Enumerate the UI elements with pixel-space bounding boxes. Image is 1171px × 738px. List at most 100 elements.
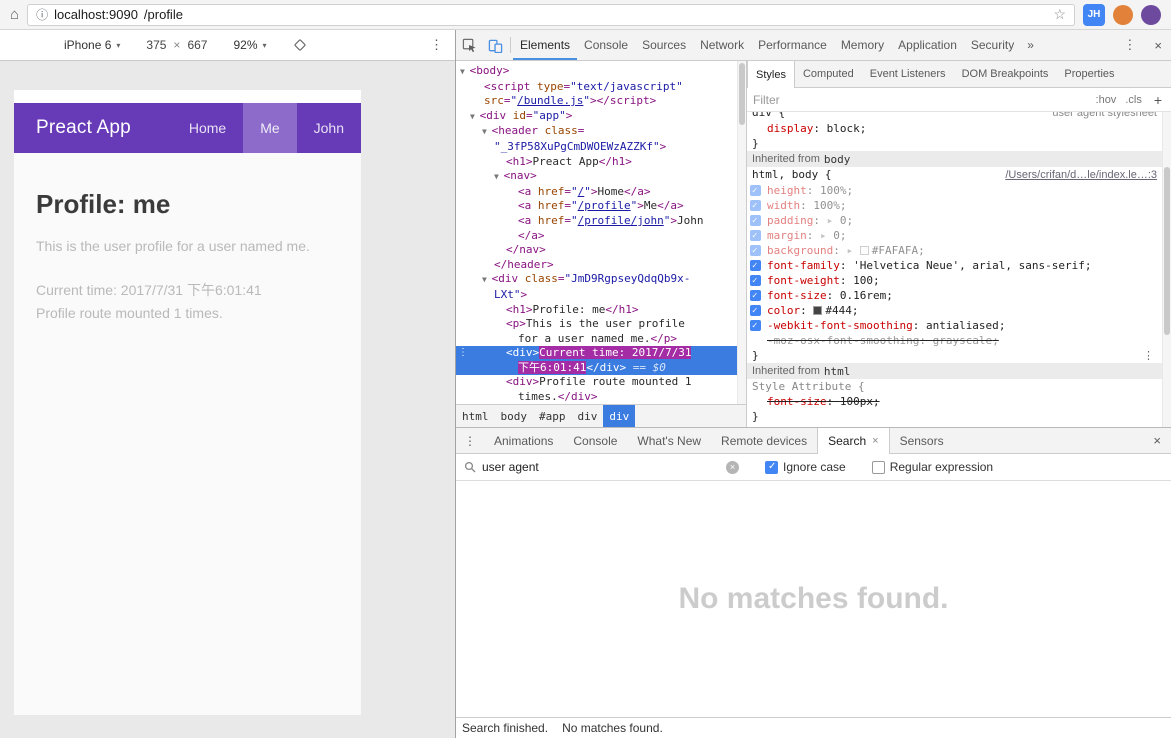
nav-link-john[interactable]: John [297,103,361,153]
stylesheet-origin-link[interactable]: /Users/crifan/d…le/index.le…:3 [1005,168,1157,183]
expand-shorthand-icon[interactable]: ▸ [846,244,859,257]
devtools-close-icon[interactable]: × [1145,30,1171,60]
more-tabs-icon[interactable]: » [1021,30,1040,60]
property-toggle-checkbox[interactable] [750,184,761,199]
dom-tree-line[interactable]: LXt"> [456,288,737,303]
dom-tree-line[interactable]: ▼ <header class= [456,124,737,140]
device-toolbar-toggle-icon[interactable] [482,30,508,60]
zoom-select[interactable]: 92% ▾ [233,38,266,52]
profile-avatar[interactable]: JH [1083,3,1105,26]
breadcrumb-item[interactable]: div [572,405,604,427]
dom-tree-line[interactable]: <a href="/profile/john">John [456,214,737,229]
tab-console[interactable]: Console [577,30,635,60]
styles-filter-input[interactable] [753,92,1087,107]
drawer-tab-what-s-new[interactable]: What's New [627,428,711,453]
tab-security[interactable]: Security [964,30,1021,60]
property-toggle-checkbox[interactable] [750,319,761,334]
css-property[interactable]: background: ▸ #FAFAFA; [747,243,1162,259]
expand-shorthand-icon[interactable]: ▸ [827,214,840,227]
property-toggle-checkbox[interactable] [750,199,761,214]
breadcrumb-item[interactable]: div [603,405,636,427]
property-toggle-checkbox[interactable] [750,289,761,304]
scrollbar-thumb[interactable] [739,63,745,125]
drawer-tab-search[interactable]: Search × [817,428,890,454]
inherited-node-link[interactable]: html [824,364,851,379]
dom-tree-line[interactable]: <h1>Profile: me</h1> [456,303,737,318]
dom-tree-line[interactable]: <h1>Preact App</h1> [456,155,737,170]
dom-tree-line[interactable]: </header> [456,258,737,273]
color-swatch[interactable] [813,306,823,315]
extension-icon-purple[interactable] [1141,4,1161,25]
dom-tree-line[interactable]: ▼ <nav> [456,169,737,185]
dom-tree-line[interactable]: src="/bundle.js"></script> [456,94,737,109]
breadcrumb-item[interactable]: html [456,405,495,427]
device-select[interactable]: iPhone 6 ▾ [64,38,120,52]
css-property[interactable]: font-weight: 100; [747,273,1162,289]
css-property[interactable]: font-size: 0.16rem; [747,288,1162,304]
nav-link-home[interactable]: Home [172,103,243,153]
rotate-viewport-icon[interactable] [293,38,307,52]
nav-link-me[interactable]: Me [243,103,297,153]
home-icon[interactable]: ⌂ [10,6,19,23]
drawer-tab-console[interactable]: Console [563,428,627,453]
dom-tree-line[interactable]: <p>This is the user profile [456,317,737,332]
css-property[interactable]: height: 100%; [747,183,1162,199]
sidebar-tab-styles[interactable]: Styles [747,61,795,88]
devtools-menu-icon[interactable]: ⋮ [1114,30,1145,60]
tab-memory[interactable]: Memory [834,30,891,60]
css-property[interactable]: font-family: 'Helvetica Neue', arial, sa… [747,258,1162,274]
regex-checkbox[interactable]: Regular expression [871,460,993,474]
device-toolbar-menu-icon[interactable]: ⋮ [430,37,443,53]
expand-shorthand-icon[interactable]: ▸ [820,229,833,242]
elements-scrollbar[interactable] [737,61,746,404]
info-icon[interactable]: ⓘ [36,6,48,23]
css-property[interactable]: -webkit-font-smoothing: antialiased; [747,318,1162,334]
inspect-icon[interactable] [456,30,482,60]
rule-more-icon[interactable]: ⋮ [1143,348,1154,363]
property-toggle-checkbox[interactable] [750,214,761,229]
property-toggle-checkbox[interactable] [750,259,761,274]
css-property[interactable]: color: #444; [747,303,1162,319]
drawer-tab-sensors[interactable]: Sensors [890,428,954,453]
node-more-icon[interactable]: ⋮ [458,346,468,361]
sidebar-tab-event-listeners[interactable]: Event Listeners [862,61,954,87]
dom-tree-line[interactable]: 下午6:01:41</div> == $0 [456,360,737,376]
css-rule-header[interactable]: html, body {/Users/crifan/d…le/index.le…… [747,167,1162,183]
sidebar-tab-dom-breakpoints[interactable]: DOM Breakpoints [954,61,1057,87]
css-property[interactable]: -moz-osx-font-smoothing: grayscale; [747,333,1162,348]
toggle-cls-button[interactable]: .cls [1125,94,1142,106]
drawer-tab-animations[interactable]: Animations [484,428,563,453]
drawer-search-input[interactable] [482,460,722,474]
tab-performance[interactable]: Performance [751,30,834,60]
sidebar-tab-computed[interactable]: Computed [795,61,862,87]
property-toggle-checkbox[interactable] [750,244,761,259]
drawer-menu-icon[interactable]: ⋮ [456,428,484,453]
property-toggle-checkbox[interactable] [750,274,761,289]
extension-icon-orange[interactable] [1113,4,1133,25]
breadcrumb-item[interactable]: body [495,405,534,427]
dom-tree-line[interactable]: </nav> [456,243,737,258]
css-rule-header[interactable]: div {user agent stylesheet [747,112,1162,121]
css-property[interactable]: padding: ▸ 0; [747,213,1162,229]
checkbox-box[interactable] [765,460,778,474]
breadcrumb-item[interactable]: #app [533,405,572,427]
viewport-height-field[interactable]: 667 [187,38,207,52]
dom-tree-line[interactable]: ⋮ <div>Current time: 2017/7/31 [456,346,737,361]
tab-application[interactable]: Application [891,30,964,60]
clear-search-icon[interactable]: × [726,460,739,474]
css-property[interactable]: font-size: 100px; [747,394,1162,409]
checkbox-box[interactable] [871,460,885,474]
css-property[interactable]: display: block; [747,121,1162,136]
scrollbar-thumb[interactable] [1164,167,1170,335]
address-bar[interactable]: ⓘ localhost:9090 /profile ☆ [27,3,1075,26]
tab-sources[interactable]: Sources [635,30,693,60]
dom-tree-line[interactable]: <a href="/">Home</a> [456,185,737,200]
dom-tree-line[interactable]: ▼ <body> [456,64,737,80]
drawer-tab-remote-devices[interactable]: Remote devices [711,428,817,453]
styles-scrollbar[interactable] [1162,112,1171,427]
dom-tree-line[interactable]: </a> [456,229,737,244]
bookmark-star-icon[interactable]: ☆ [1053,6,1066,23]
ignore-case-checkbox[interactable]: Ignore case [765,460,846,474]
sidebar-tab-properties[interactable]: Properties [1056,61,1122,87]
dom-tree-line[interactable]: ▼ <div class="JmD9RgpseyQdqQb9x- [456,272,737,288]
